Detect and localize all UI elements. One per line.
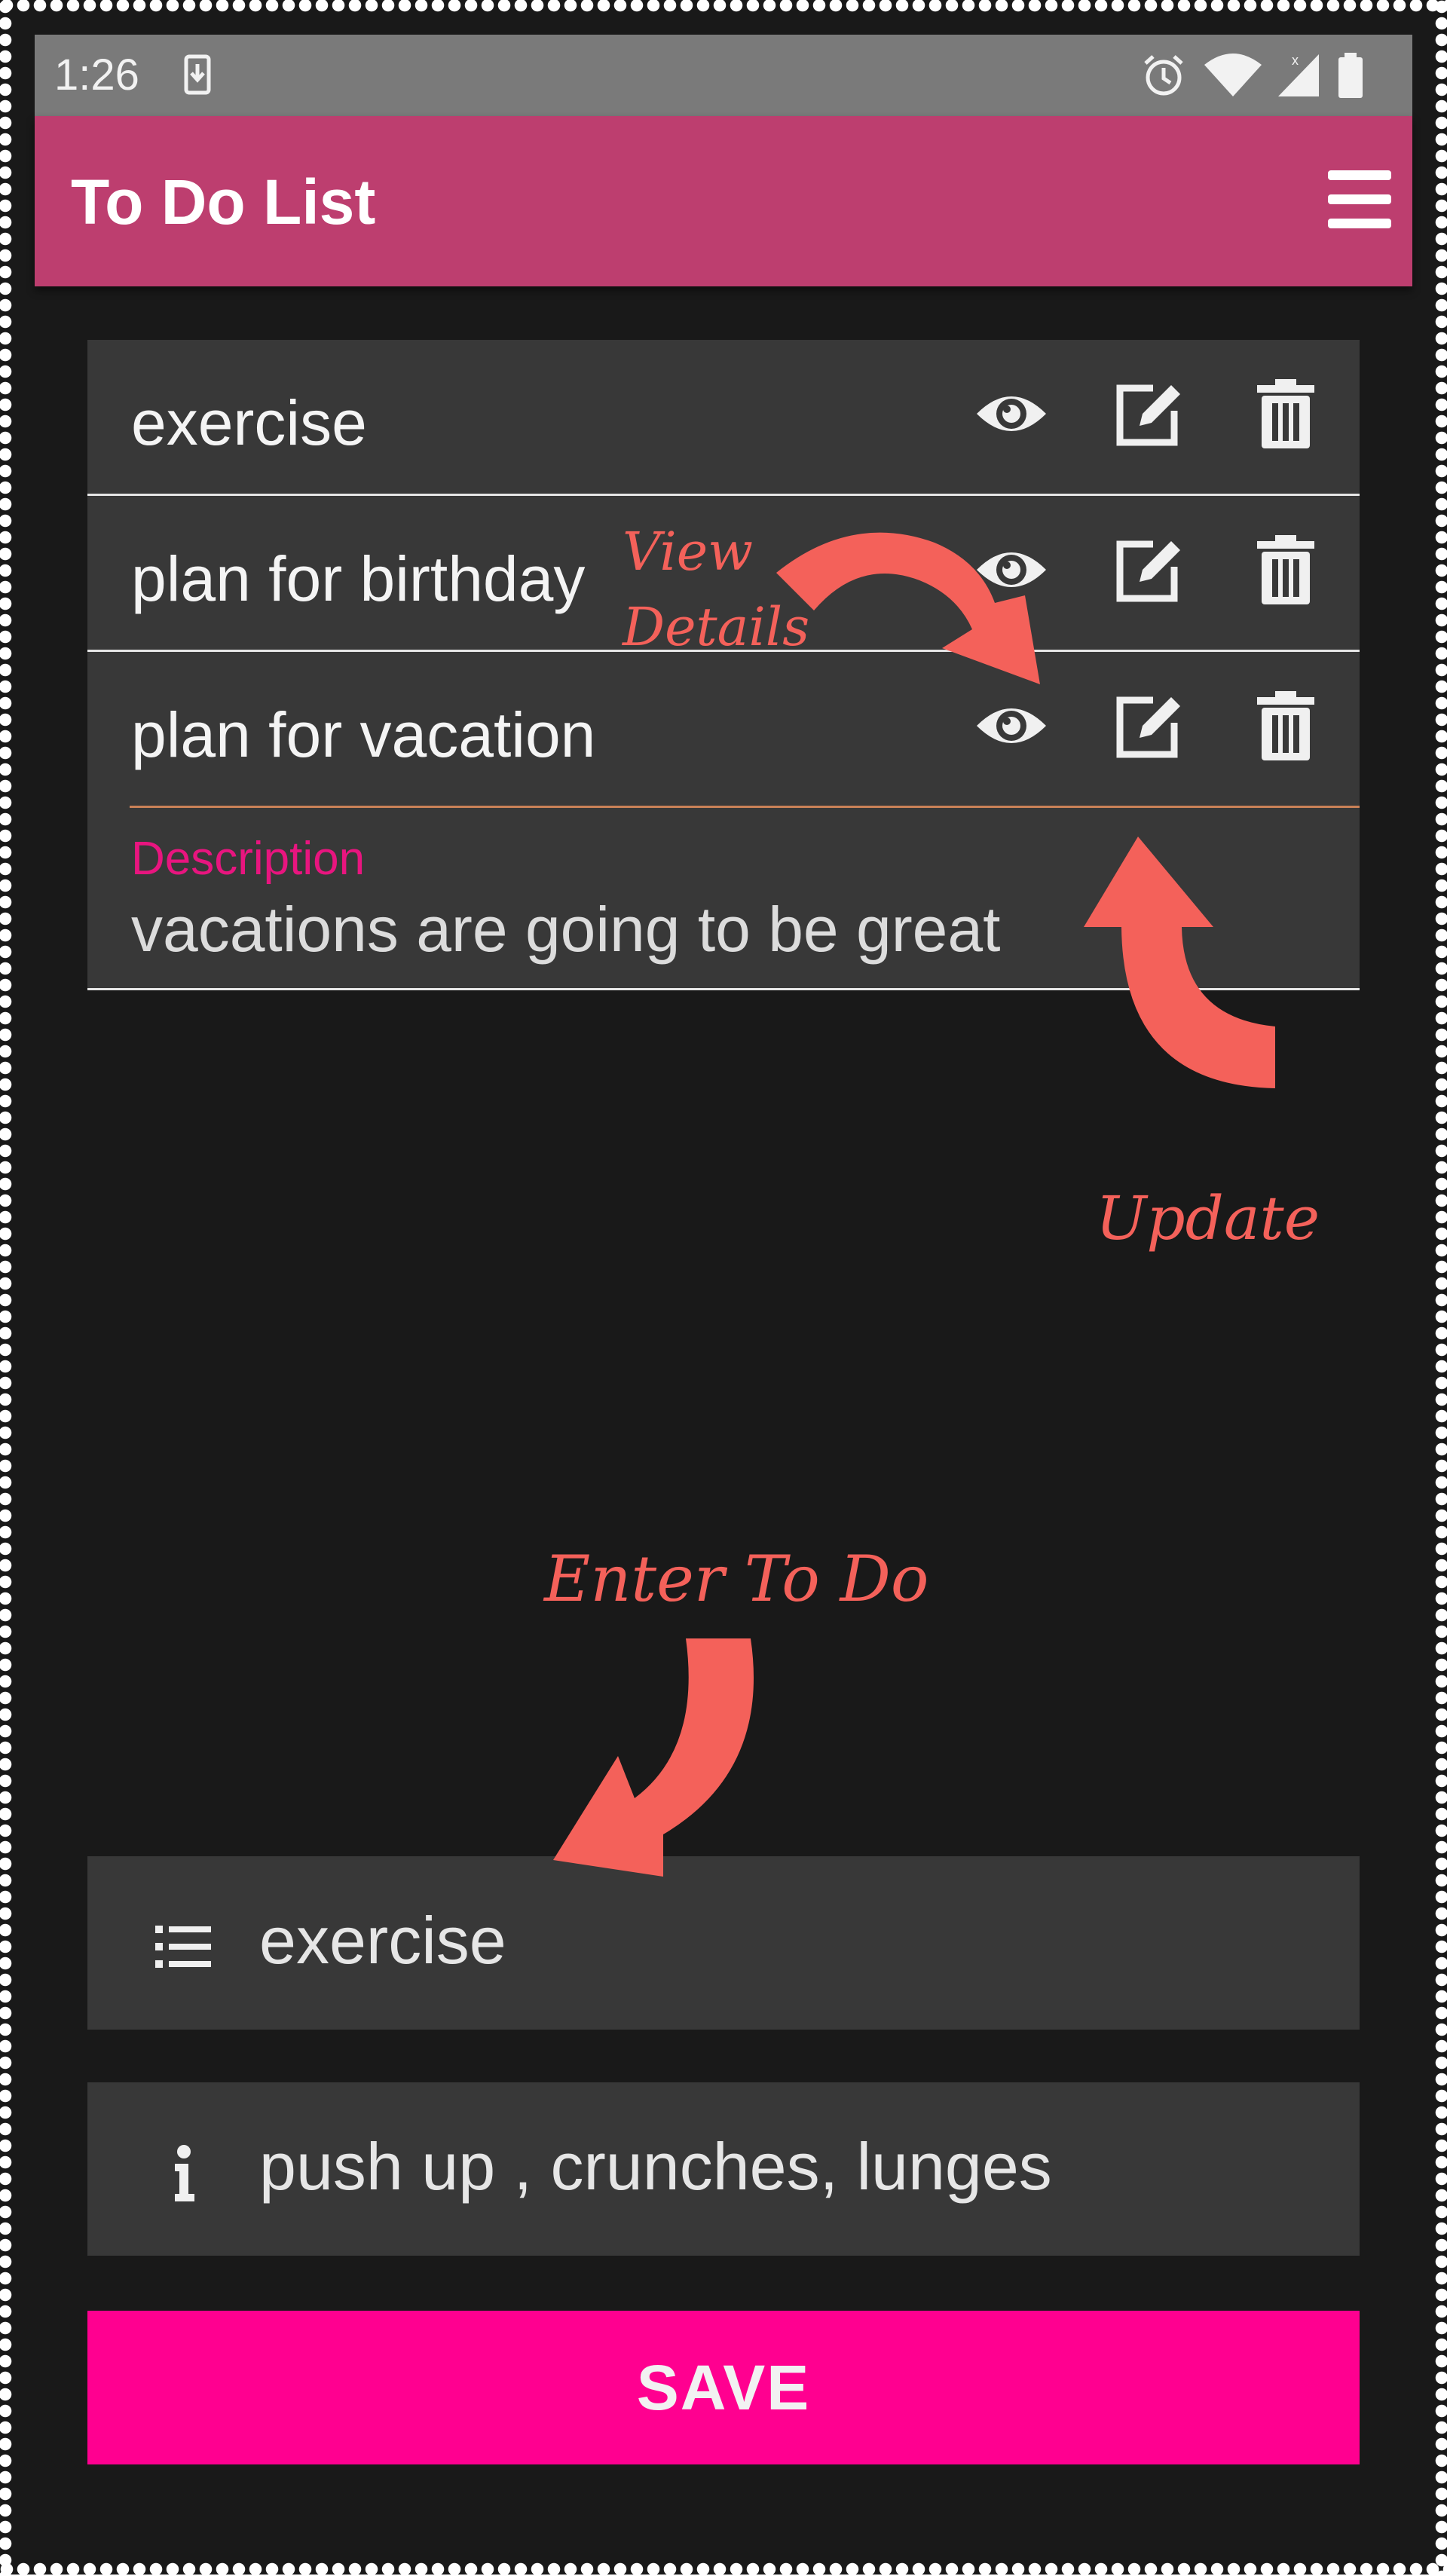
app-title: To Do List bbox=[71, 167, 376, 237]
trash-icon[interactable] bbox=[1248, 688, 1323, 763]
description-input[interactable]: push up , crunches, lunges bbox=[87, 2082, 1360, 2256]
edit-icon[interactable] bbox=[1111, 532, 1186, 607]
annotation-update: Update bbox=[1096, 1183, 1320, 1253]
divider bbox=[130, 806, 1360, 808]
battery-icon bbox=[1338, 53, 1363, 98]
arrow-icon bbox=[553, 1638, 754, 1877]
list-icon bbox=[155, 1926, 211, 1968]
decorative-border bbox=[0, 0, 1447, 12]
phone-screen: 1:26 x To Do List exercise plan for birt… bbox=[0, 0, 1447, 2576]
status-time: 1:26 bbox=[54, 50, 139, 99]
description-label: Description bbox=[131, 833, 366, 885]
annotation-enter-todo: Enter To Do bbox=[544, 1542, 929, 1616]
arrow-icon bbox=[776, 532, 1040, 684]
description-value: vacations are going to be great bbox=[131, 894, 1001, 965]
decorative-border bbox=[0, 2562, 1447, 2576]
todo-input-value[interactable]: exercise bbox=[259, 1903, 506, 1978]
trash-icon[interactable] bbox=[1248, 376, 1323, 451]
status-bar: 1:26 x bbox=[35, 35, 1412, 116]
hamburger-menu-icon[interactable] bbox=[1328, 170, 1391, 229]
decorative-border bbox=[1435, 0, 1447, 2574]
todo-title: plan for vacation bbox=[131, 699, 596, 770]
list-item[interactable]: plan for vacation bbox=[87, 652, 1360, 806]
edit-icon[interactable] bbox=[1111, 376, 1186, 451]
signal-icon: x bbox=[1278, 53, 1319, 96]
info-icon bbox=[175, 2145, 194, 2201]
download-icon bbox=[184, 54, 211, 95]
todo-title: plan for birthday bbox=[131, 543, 586, 614]
alarm-icon bbox=[1144, 55, 1183, 96]
description-input-value[interactable]: push up , crunches, lunges bbox=[259, 2129, 1052, 2204]
todo-title: exercise bbox=[131, 387, 367, 458]
list-item[interactable]: exercise bbox=[87, 340, 1360, 496]
edit-icon[interactable] bbox=[1111, 688, 1186, 763]
wifi-icon bbox=[1204, 54, 1262, 96]
app-bar: To Do List bbox=[35, 116, 1412, 286]
save-button[interactable]: SAVE bbox=[87, 2311, 1360, 2464]
decorative-border bbox=[0, 0, 12, 2574]
eye-icon[interactable] bbox=[974, 376, 1049, 451]
trash-icon[interactable] bbox=[1248, 532, 1323, 607]
svg-text:x: x bbox=[1292, 53, 1299, 68]
arrow-icon bbox=[1084, 837, 1275, 1088]
